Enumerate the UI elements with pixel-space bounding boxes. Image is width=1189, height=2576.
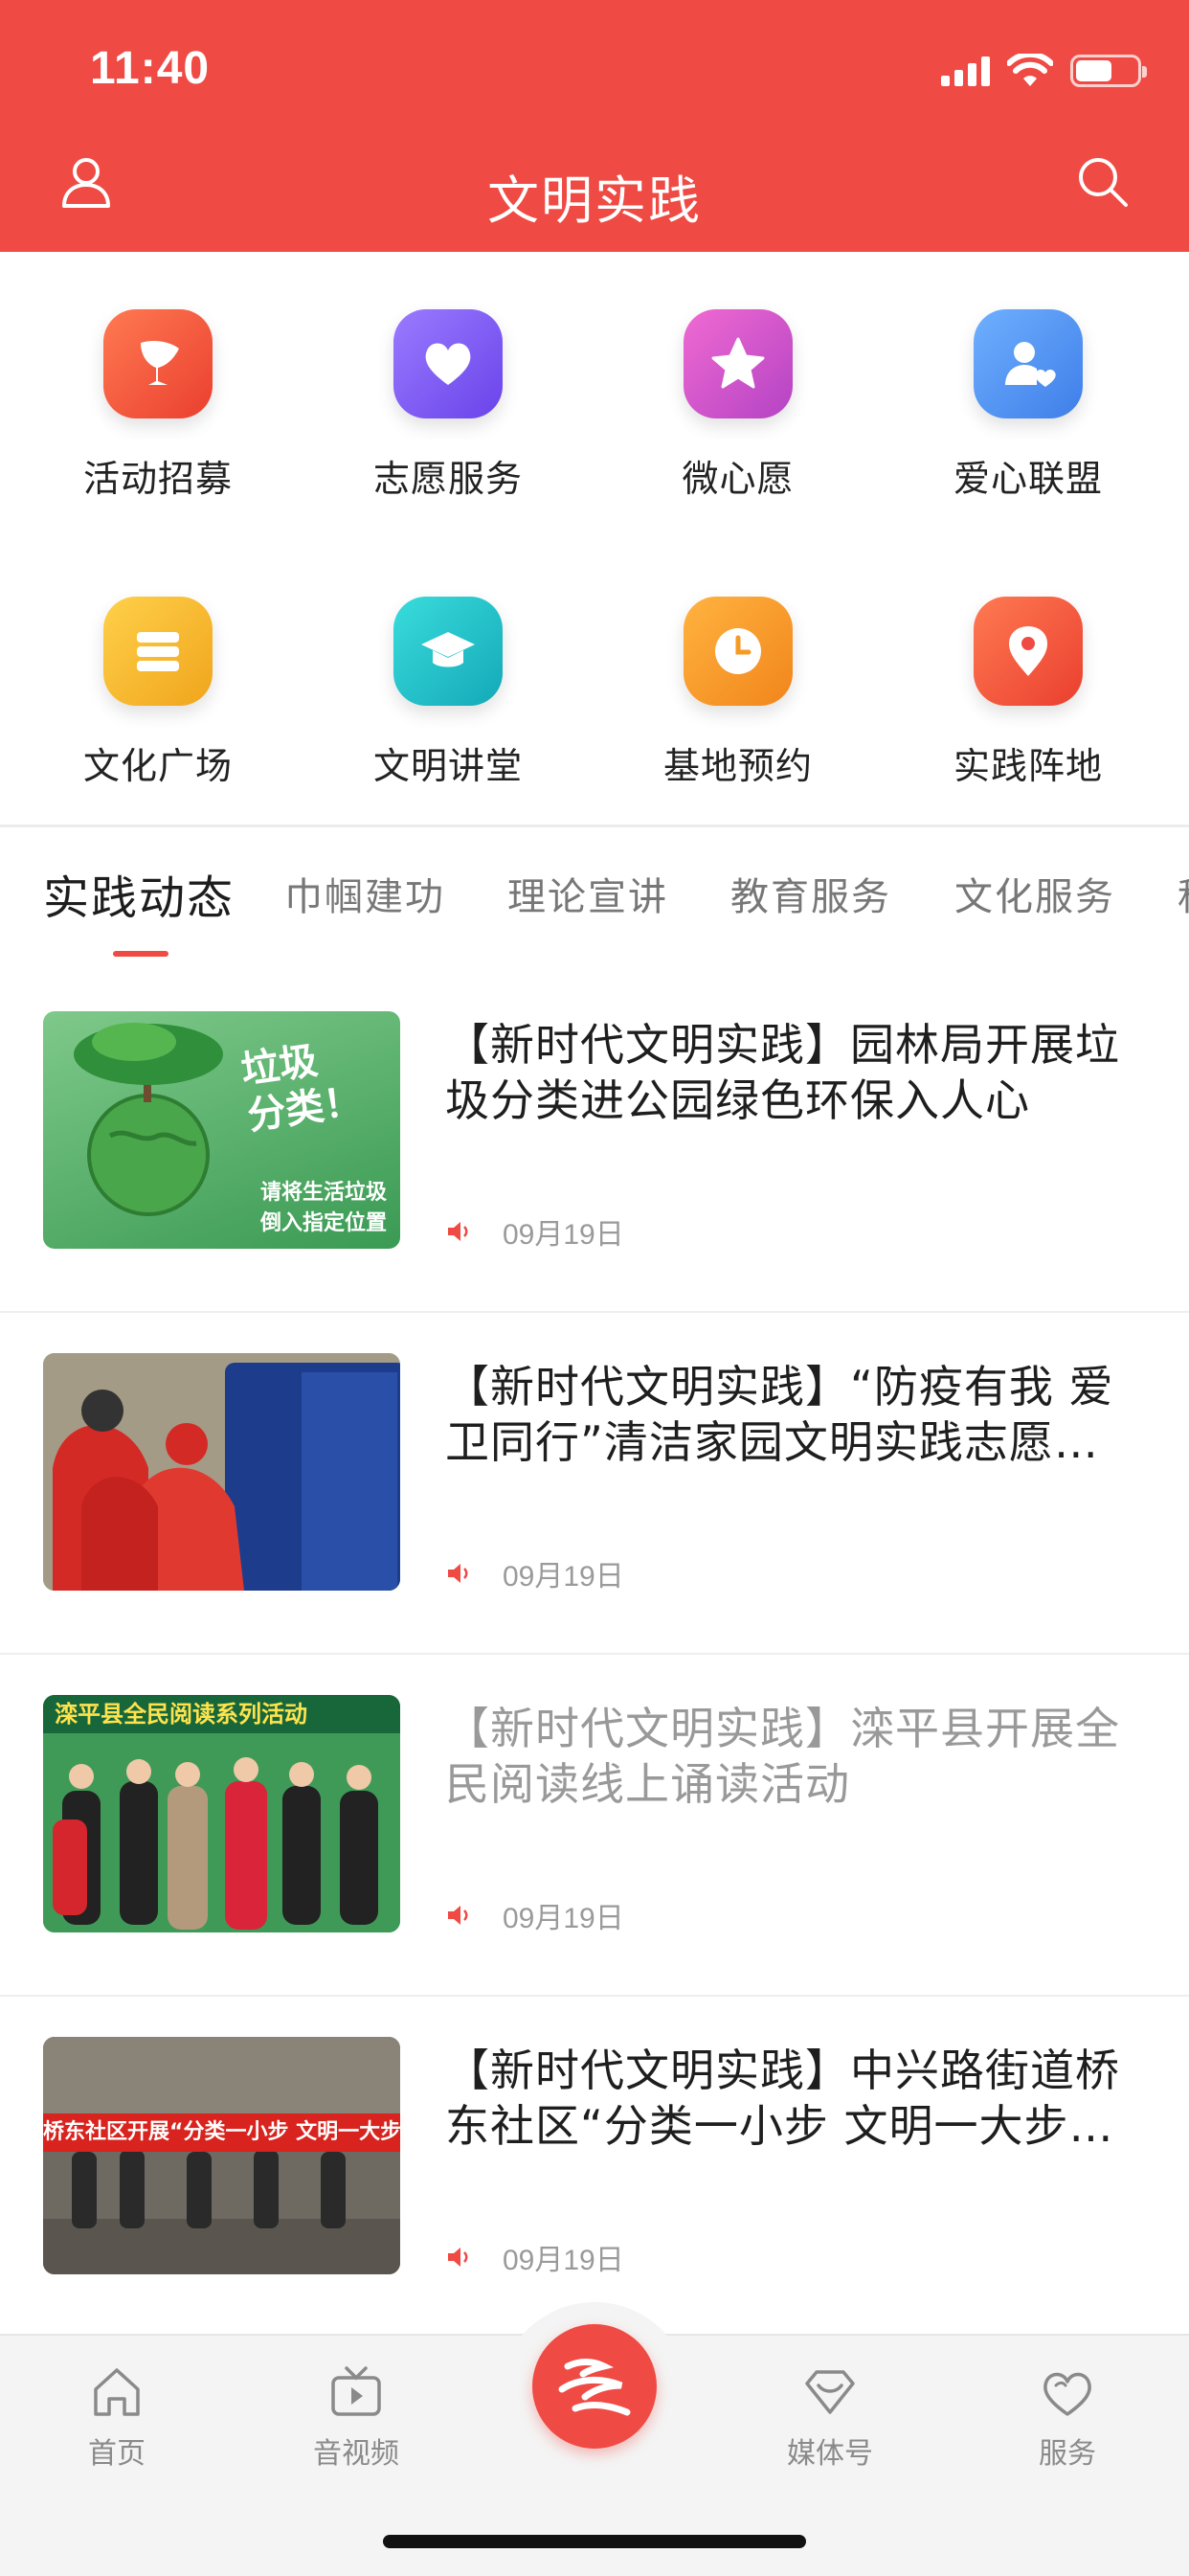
service-heart-icon xyxy=(1043,2372,1091,2416)
category-tabs: 实践动态 巾帼建功 理论宣讲 教育服务 文化服务 科 xyxy=(0,827,1189,971)
heart-icon xyxy=(393,309,503,418)
news-thumbnail: 滦平县全民阅读系列活动 xyxy=(43,1695,400,1932)
active-tab-indicator xyxy=(113,951,168,957)
battery-level xyxy=(1076,60,1111,81)
status-icons xyxy=(941,50,1147,92)
grid-label: 实践阵地 xyxy=(953,745,1103,787)
tab-education-service[interactable]: 教育服务 xyxy=(730,866,891,921)
nav-label: 首页 xyxy=(88,2437,146,2471)
news-thumbnail: 垃圾 分类！ 请将生活垃圾 倒入指定位置 xyxy=(43,1011,400,1249)
grid-label: 文化广场 xyxy=(82,745,233,787)
tab-culture-service[interactable]: 文化服务 xyxy=(954,866,1115,921)
speaker-icon[interactable] xyxy=(445,1217,474,1246)
grid-item-micro-wish[interactable]: 微心愿 xyxy=(594,309,882,502)
thumb-text: 倒入指定位置 xyxy=(259,1211,387,1235)
tab-theory-lecture[interactable]: 理论宣讲 xyxy=(507,866,668,921)
grid-label: 微心愿 xyxy=(682,458,795,500)
trophy-icon xyxy=(103,309,213,418)
news-meta: 09月19日 xyxy=(445,1894,624,1936)
grid-item-civility-lecture[interactable]: 文明讲堂 xyxy=(304,597,592,789)
thumb-text: 请将生活垃圾 xyxy=(259,1181,387,1205)
home-icon xyxy=(94,2368,140,2416)
cellular-signal-icon xyxy=(941,56,990,86)
star-icon xyxy=(684,309,793,418)
brand-logo-icon xyxy=(558,2359,631,2416)
grid-item-volunteer-service[interactable]: 志愿服务 xyxy=(304,309,592,502)
news-date: 09月19日 xyxy=(503,1561,624,1593)
speaker-icon[interactable] xyxy=(445,1559,474,1588)
list-item[interactable]: 滦平县全民阅读系列活动 【新时代文明实践】滦平县开展全民阅读线上诵读活动 09月… xyxy=(0,1655,1189,1997)
nav-label: 媒体号 xyxy=(787,2437,873,2471)
news-meta: 09月19日 xyxy=(445,1210,624,1253)
nav-media[interactable]: 媒体号 xyxy=(744,2364,916,2472)
grid-item-love-alliance[interactable]: 爱心联盟 xyxy=(885,309,1172,502)
news-thumbnail: 桥东社区开展“分类一小步 文明一大步”垃圾分类志愿宣传 xyxy=(43,2037,400,2274)
graduation-cap-icon xyxy=(393,597,503,706)
news-date: 09月19日 xyxy=(503,1219,624,1251)
wifi-icon xyxy=(1007,54,1053,86)
news-title: 【新时代文明实践】滦平县开展全民阅读线上诵读活动 xyxy=(445,1703,1120,1810)
books-icon xyxy=(103,597,213,706)
news-date: 09月19日 xyxy=(503,1903,624,1934)
grid-item-practice-site[interactable]: 实践阵地 xyxy=(885,597,1172,789)
grid-label: 文明讲堂 xyxy=(372,745,523,787)
news-title: 【新时代文明实践】“防疫有我 爱卫同行”清洁家园文明实践志愿… xyxy=(445,1361,1114,1468)
nav-service[interactable]: 服务 xyxy=(981,2364,1154,2472)
news-thumbnail xyxy=(43,1353,400,1591)
feature-grid: 活动招募 志愿服务 微心愿 爱心联盟 文化广场 文明讲堂 基地预约 实践阵地 xyxy=(0,252,1189,827)
news-title: 【新时代文明实践】园林局开展垃圾分类进公园绿色环保入人心 xyxy=(445,1019,1120,1126)
list-item[interactable]: 桥东社区开展“分类一小步 文明一大步”垃圾分类志愿宣传 【新时代文明实践】中兴路… xyxy=(0,1997,1189,2339)
location-pin-icon xyxy=(974,597,1083,706)
tab-women-achievement[interactable]: 巾帼建功 xyxy=(284,866,445,921)
tab-science[interactable]: 科 xyxy=(1178,866,1189,921)
news-title: 【新时代文明实践】中兴路街道桥东社区“分类一小步 文明一大步… xyxy=(445,2045,1120,2152)
grid-label: 基地预约 xyxy=(662,745,813,787)
video-icon xyxy=(331,2366,381,2416)
battery-icon xyxy=(1070,55,1147,87)
brand-logo-button[interactable] xyxy=(532,2324,657,2449)
media-diamond-icon xyxy=(805,2370,855,2414)
nav-label: 音视频 xyxy=(313,2437,399,2471)
clock-icon xyxy=(684,597,793,706)
thumb-text: 滦平县全民阅读系列活动 xyxy=(43,1695,400,1733)
app-header: 11:40 文明实践 xyxy=(0,0,1189,252)
grid-item-culture-square[interactable]: 文化广场 xyxy=(14,597,302,789)
nav-home[interactable]: 首页 xyxy=(31,2364,203,2472)
status-time: 11:40 xyxy=(90,43,211,94)
news-meta: 09月19日 xyxy=(445,1552,624,1594)
grid-label: 活动招募 xyxy=(82,458,233,500)
news-meta: 09月19日 xyxy=(445,2236,624,2278)
group-photo-image xyxy=(43,1733,400,1932)
grid-label: 爱心联盟 xyxy=(953,458,1103,500)
grid-label: 志愿服务 xyxy=(372,458,523,500)
person-heart-icon xyxy=(974,309,1083,418)
news-date: 09月19日 xyxy=(503,2245,624,2276)
list-item[interactable]: 垃圾 分类！ 请将生活垃圾 倒入指定位置 【新时代文明实践】园林局开展垃圾分类进… xyxy=(0,971,1189,1313)
speaker-icon[interactable] xyxy=(445,1901,474,1930)
street-banner-photo-image xyxy=(43,2037,400,2274)
speaker-icon[interactable] xyxy=(445,2243,474,2271)
search-icon[interactable] xyxy=(1074,153,1132,211)
grid-item-activity-recruit[interactable]: 活动招募 xyxy=(14,309,302,502)
thumb-banner-text: 桥东社区开展“分类一小步 文明一大步”垃圾分类志愿宣传 xyxy=(43,2113,400,2152)
grid-item-base-booking[interactable]: 基地预约 xyxy=(594,597,882,789)
home-indicator[interactable] xyxy=(383,2535,806,2548)
list-item[interactable]: 【新时代文明实践】“防疫有我 爱卫同行”清洁家园文明实践志愿… 09月19日 xyxy=(0,1313,1189,1655)
nav-label: 服务 xyxy=(1039,2437,1096,2471)
tab-practice-news[interactable]: 实践动态 xyxy=(43,860,235,927)
nav-video[interactable]: 音视频 xyxy=(270,2364,442,2472)
volunteers-photo-image xyxy=(43,1353,400,1591)
page-title: 文明实践 xyxy=(487,170,702,231)
